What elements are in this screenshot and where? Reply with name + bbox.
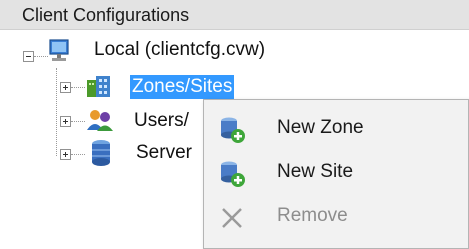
collapse-root-toggle[interactable] — [23, 51, 34, 62]
tree-node-label: Zones/Sites — [130, 75, 235, 99]
expand-users-toggle[interactable] — [60, 116, 71, 127]
context-menu: New Zone New Site Remove — [203, 99, 469, 249]
panel-title: Client Configurations — [22, 5, 190, 25]
tree-node-label: Users/ — [134, 110, 189, 131]
tree-node-zones-sites[interactable]: Zones/Sites — [130, 75, 270, 101]
database-add-icon — [218, 160, 246, 188]
tree-node-users[interactable]: Users/ — [130, 109, 210, 135]
remove-x-icon — [218, 204, 246, 232]
tree-node-label: Local (clientcfg.cvw) — [94, 39, 266, 60]
expand-zones-toggle[interactable] — [60, 82, 71, 93]
expand-server-toggle[interactable] — [60, 149, 71, 160]
computer-icon — [48, 38, 70, 64]
users-icon — [86, 108, 114, 132]
database-add-icon — [218, 116, 246, 144]
menu-item-label: New Site — [277, 161, 354, 182]
menu-item-label: New Zone — [277, 117, 364, 138]
tree-node-label: Server — [136, 142, 192, 163]
menu-item-new-zone[interactable]: New Zone — [204, 107, 468, 151]
tree-node-server[interactable]: Server — [130, 141, 210, 167]
panel-header: Client Configurations — [0, 0, 469, 30]
server-icon — [90, 139, 112, 167]
menu-item-new-site[interactable]: New Site — [204, 151, 468, 195]
building-icon — [86, 74, 112, 98]
tree-node-local[interactable]: Local (clientcfg.cvw) — [76, 38, 316, 64]
menu-item-label: Remove — [277, 205, 348, 226]
menu-item-remove[interactable]: Remove — [204, 195, 468, 239]
